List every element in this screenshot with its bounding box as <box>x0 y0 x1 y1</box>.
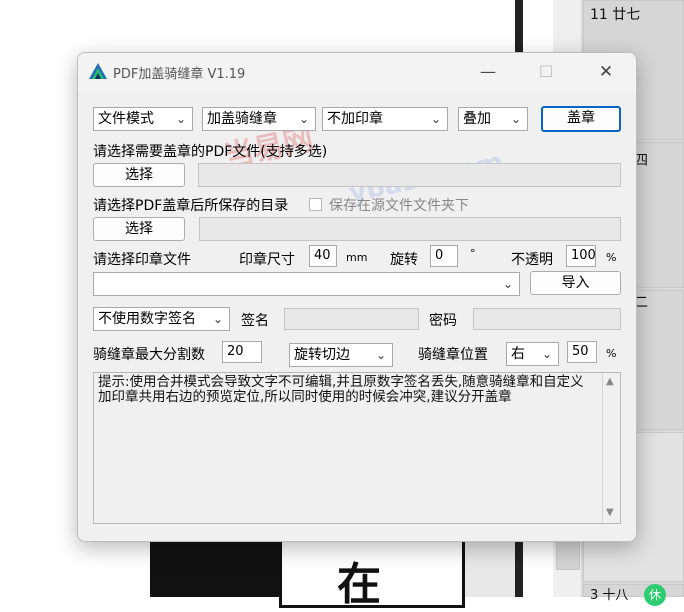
chevron-down-icon: ⌄ <box>430 112 441 126</box>
sign-field[interactable] <box>284 308 419 330</box>
seal-file-combo[interactable]: ⌄ <box>93 272 520 296</box>
calendar-cell <box>556 540 580 570</box>
mode-select-value: 文件模式 <box>98 111 154 127</box>
opacity-label: 不透明 <box>511 252 553 268</box>
opacity-unit: % <box>606 251 617 264</box>
password-field[interactable] <box>473 308 621 330</box>
sign-label: 签名 <box>241 313 269 329</box>
import-button[interactable]: 导入 <box>530 271 621 295</box>
app-window: PDF加盖骑缝章 V1.19 — ☐ ✕ 当易网 ybase.com 文件模式 … <box>77 52 637 542</box>
rotate-unit: ° <box>470 247 476 260</box>
max-split-label: 骑缝章最大分割数 <box>93 347 205 363</box>
output-path-field[interactable] <box>199 217 621 241</box>
stamp-button[interactable]: 盖章 <box>541 106 621 132</box>
output-dir-label: 请选择PDF盖章后所保存的目录 <box>93 198 289 214</box>
chevron-down-icon: ⌄ <box>541 347 552 361</box>
seal-size-unit: mm <box>346 251 368 264</box>
title-bar: PDF加盖骑缝章 V1.19 — ☐ ✕ <box>78 53 636 91</box>
overlay-select[interactable]: 叠加 ⌄ <box>458 107 528 131</box>
select-pdf-button[interactable]: 选择 <box>93 163 185 187</box>
save-in-source-checkbox[interactable] <box>309 198 322 211</box>
maximize-button[interactable]: ☐ <box>528 59 564 85</box>
window-title: PDF加盖骑缝章 V1.19 <box>113 67 246 82</box>
seal-size-input[interactable]: 40 <box>309 245 337 267</box>
hint-text: 提示:使用合并模式会导致文字不可编辑,并且原数字签名丢失,随意骑缝章和自定义加印… <box>98 374 584 405</box>
background-character: 在 <box>337 559 381 610</box>
rotate-input[interactable]: 0 <box>430 245 458 267</box>
calendar-cell-label: 3 十八 <box>590 588 629 603</box>
seam-position-select-value: 右 <box>511 346 525 362</box>
pdf-path-field[interactable] <box>198 163 621 187</box>
app-logo-icon <box>89 63 107 79</box>
scroll-up-icon[interactable]: ▲ <box>606 376 614 387</box>
save-in-source-label: 保存在源文件文件夹下 <box>329 198 469 214</box>
chevron-down-icon: ⌄ <box>502 277 513 291</box>
seam-position-unit: % <box>606 347 617 360</box>
cut-edge-select-value: 旋转切边 <box>294 347 350 363</box>
cut-edge-select[interactable]: 旋转切边 ⌄ <box>289 343 393 367</box>
select-output-button[interactable]: 选择 <box>93 217 185 241</box>
close-button[interactable]: ✕ <box>588 59 624 85</box>
background-shape <box>465 540 515 597</box>
pdf-select-label: 请选择需要盖章的PDF文件(支持多选) <box>93 144 328 160</box>
chevron-down-icon: ⌄ <box>298 112 309 126</box>
overlay-select-value: 叠加 <box>463 111 491 127</box>
max-split-input[interactable]: 20 <box>222 341 262 363</box>
background-shape <box>150 540 280 597</box>
calendar-cell-label: 11 廿七 <box>590 7 641 23</box>
scroll-down-icon[interactable]: ▼ <box>606 507 614 518</box>
opacity-input[interactable]: 100 <box>566 245 596 267</box>
rotate-label: 旋转 <box>390 252 418 268</box>
stamp-type-select-value: 加盖骑缝章 <box>207 111 277 127</box>
digital-signature-select-value: 不使用数字签名 <box>98 311 196 327</box>
hint-textarea[interactable]: 提示:使用合并模式会导致文字不可编辑,并且原数字签名丢失,随意骑缝章和自定义加印… <box>93 372 621 524</box>
chevron-down-icon: ⌄ <box>375 348 386 362</box>
password-label: 密码 <box>429 313 457 329</box>
seam-position-select[interactable]: 右 ⌄ <box>506 342 559 366</box>
holiday-badge: 休 <box>644 584 666 606</box>
seal-file-label: 请选择印章文件 <box>93 252 191 268</box>
seal-size-label: 印章尺寸 <box>239 252 295 268</box>
chevron-down-icon: ⌄ <box>510 112 521 126</box>
minimize-button[interactable]: — <box>470 59 506 85</box>
seam-position-input[interactable]: 50 <box>567 341 597 363</box>
seal-select-value: 不加印章 <box>327 111 383 127</box>
stamp-type-select[interactable]: 加盖骑缝章 ⌄ <box>202 107 316 131</box>
chevron-down-icon: ⌄ <box>175 112 186 126</box>
digital-signature-select[interactable]: 不使用数字签名 ⌄ <box>93 307 230 331</box>
hint-scrollbar[interactable]: ▲ ▼ <box>602 373 620 523</box>
seal-select[interactable]: 不加印章 ⌄ <box>322 107 448 131</box>
chevron-down-icon: ⌄ <box>212 312 223 326</box>
mode-select[interactable]: 文件模式 ⌄ <box>93 107 193 131</box>
seam-position-label: 骑缝章位置 <box>418 347 488 363</box>
